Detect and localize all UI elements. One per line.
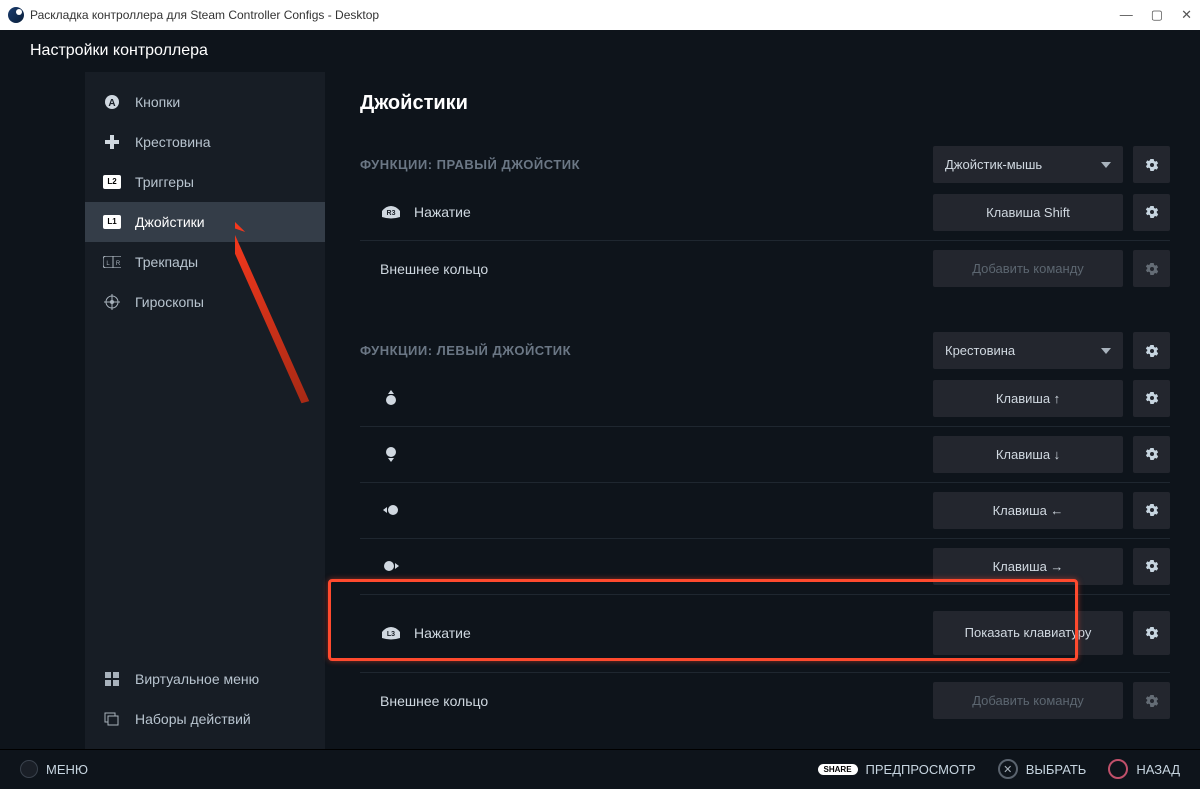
layers-icon xyxy=(103,711,121,727)
sidebar-item-buttons[interactable]: A Кнопки xyxy=(85,82,325,122)
r3-icon: R3 xyxy=(380,204,402,220)
footer-menu[interactable]: МЕНЮ xyxy=(20,760,88,778)
sidebar-item-action-sets[interactable]: Наборы действий xyxy=(85,699,325,739)
section-label-left: ФУНКЦИИ: ЛЕВЫЙ ДЖОЙСТИК xyxy=(360,343,571,358)
right-outer-ring-binding[interactable]: Добавить команду xyxy=(933,250,1123,287)
footer-back[interactable]: НАЗАД xyxy=(1108,759,1180,779)
dropdown-label: Джойстик-мышь xyxy=(945,157,1042,172)
left-mode-dropdown[interactable]: Крестовина xyxy=(933,332,1123,369)
right-press-binding[interactable]: Клавиша Shift xyxy=(933,194,1123,231)
sidebar-item-label: Трекпады xyxy=(135,254,198,270)
svg-text:A: A xyxy=(108,98,115,109)
steam-logo-icon xyxy=(8,7,24,23)
left-up-binding[interactable]: Клавиша ↑ xyxy=(933,380,1123,417)
stick-right-icon xyxy=(380,558,402,574)
row-label: Внешнее кольцо xyxy=(380,693,488,709)
section-label-right: ФУНКЦИИ: ПРАВЫЙ ДЖОЙСТИК xyxy=(360,157,580,172)
sidebar-item-label: Джойстики xyxy=(135,214,205,230)
circle-a-icon: A xyxy=(103,94,121,110)
share-badge-icon: SHARE xyxy=(818,764,858,775)
minimize-button[interactable]: — xyxy=(1120,7,1133,23)
ps-icon xyxy=(20,760,38,778)
sidebar-item-label: Гироскопы xyxy=(135,294,204,310)
svg-text:L: L xyxy=(106,261,110,267)
chevron-down-icon xyxy=(1101,348,1111,354)
trackpad-icon: LR xyxy=(103,254,121,270)
l1-icon: L1 xyxy=(103,214,121,230)
plus-icon xyxy=(103,134,121,150)
gyro-icon xyxy=(103,294,121,310)
row-label: Нажатие xyxy=(414,204,471,220)
sidebar-item-gyro[interactable]: Гироскопы xyxy=(85,282,325,322)
sidebar-item-trackpads[interactable]: LR Трекпады xyxy=(85,242,325,282)
right-mode-gear[interactable] xyxy=(1133,146,1170,183)
page-header: Настройки контроллера xyxy=(30,42,208,60)
left-right-gear[interactable] xyxy=(1133,548,1170,585)
page-title: Джойстики xyxy=(360,92,1170,115)
stick-left-icon xyxy=(380,502,402,518)
row-label: Нажатие xyxy=(414,625,471,641)
left-press-binding[interactable]: Показать клавиатуру xyxy=(933,611,1123,655)
dropdown-label: Крестовина xyxy=(945,343,1015,358)
sidebar-item-label: Триггеры xyxy=(135,174,194,190)
sidebar-item-label: Крестовина xyxy=(135,134,211,150)
sidebar-item-triggers[interactable]: L2 Триггеры xyxy=(85,162,325,202)
left-press-gear[interactable] xyxy=(1133,611,1170,655)
right-mode-dropdown[interactable]: Джойстик-мышь xyxy=(933,146,1123,183)
left-outer-ring-binding[interactable]: Добавить команду xyxy=(933,682,1123,719)
sidebar-item-dpad[interactable]: Крестовина xyxy=(85,122,325,162)
right-press-gear[interactable] xyxy=(1133,194,1170,231)
left-down-gear[interactable] xyxy=(1133,436,1170,473)
sidebar-item-joysticks[interactable]: L1 Джойстики xyxy=(85,202,325,242)
footer-preview[interactable]: SHARE ПРЕДПРОСМОТР xyxy=(818,762,976,777)
maximize-button[interactable]: ▢ xyxy=(1151,7,1163,23)
sidebar-item-virtual-menu[interactable]: Виртуальное меню xyxy=(85,659,325,699)
left-right-binding[interactable]: Клавиша → xyxy=(933,548,1123,585)
close-button[interactable]: ✕ xyxy=(1181,7,1192,23)
footer-back-label: НАЗАД xyxy=(1136,762,1180,777)
sidebar-item-label: Виртуальное меню xyxy=(135,671,259,687)
footer-menu-label: МЕНЮ xyxy=(46,762,88,777)
sidebar-item-label: Наборы действий xyxy=(135,711,251,727)
footer-select-label: ВЫБРАТЬ xyxy=(1026,762,1087,777)
row-label: Внешнее кольцо xyxy=(380,261,488,277)
chevron-down-icon xyxy=(1101,162,1111,168)
left-up-gear[interactable] xyxy=(1133,380,1170,417)
left-left-binding[interactable]: Клавиша ← xyxy=(933,492,1123,529)
left-left-gear[interactable] xyxy=(1133,492,1170,529)
svg-text:R3: R3 xyxy=(387,210,396,217)
left-outer-ring-gear[interactable] xyxy=(1133,682,1170,719)
left-down-binding[interactable]: Клавиша ↓ xyxy=(933,436,1123,473)
sidebar-item-label: Кнопки xyxy=(135,94,180,110)
sidebar: A Кнопки Крестовина L2 Триггеры L1 Джойс… xyxy=(85,72,325,749)
stick-down-icon xyxy=(380,446,402,462)
x-button-icon: ✕ xyxy=(998,759,1018,779)
grid-icon xyxy=(103,671,121,687)
right-outer-ring-gear[interactable] xyxy=(1133,250,1170,287)
svg-text:R: R xyxy=(116,261,121,267)
left-mode-gear[interactable] xyxy=(1133,332,1170,369)
stick-up-icon xyxy=(380,390,402,406)
window-title: Раскладка контроллера для Steam Controll… xyxy=(30,8,379,22)
svg-text:L3: L3 xyxy=(387,631,395,638)
l2-icon: L2 xyxy=(103,174,121,190)
footer-preview-label: ПРЕДПРОСМОТР xyxy=(866,762,976,777)
circle-button-icon xyxy=(1108,759,1128,779)
l3-icon: L3 xyxy=(380,625,402,641)
footer-select[interactable]: ✕ ВЫБРАТЬ xyxy=(998,759,1087,779)
